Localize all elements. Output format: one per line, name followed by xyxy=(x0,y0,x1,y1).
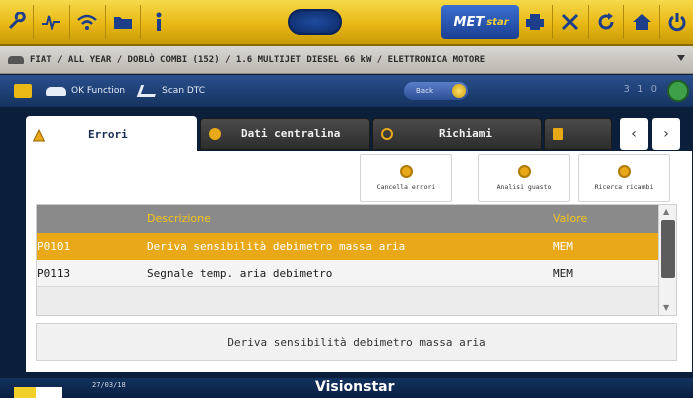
ricerca-label: Ricerca ricambi xyxy=(594,183,654,191)
row-code: P0113 xyxy=(37,267,71,280)
tab-next-button[interactable]: › xyxy=(652,118,680,150)
tab-dati-centralina[interactable]: Dati centralina xyxy=(200,118,370,150)
table-row[interactable]: P0101 Deriva sensibilità debimetro massa… xyxy=(37,233,659,260)
printer-icon[interactable] xyxy=(519,2,552,42)
row-desc: Deriva sensibilità debimetro massa aria xyxy=(147,240,406,253)
main-toolbar: MET star xyxy=(0,0,693,46)
col-valore: Valore xyxy=(553,212,588,225)
dtc-table: Descrizione Valore P0101 Deriva sensibil… xyxy=(36,204,677,316)
table-header: Descrizione Valore xyxy=(37,205,659,233)
scrollbar-thumb[interactable] xyxy=(661,220,675,278)
table-row[interactable]: P0113 Segnale temp. aria debimetro MEM xyxy=(37,260,659,287)
analisi-label: Analisi guasto xyxy=(496,183,552,191)
errors-panel: Cancella errori Analisi guasto Ricerca r… xyxy=(26,151,692,372)
col-descrizione: Descrizione xyxy=(147,212,211,225)
table-scrollbar[interactable]: ▲ ▼ xyxy=(658,205,676,315)
metstar-logo: MET star xyxy=(441,5,519,39)
row-code: P0101 xyxy=(37,240,71,253)
error-detail: Deriva sensibilità debimetro massa aria xyxy=(36,323,677,361)
wifi-icon[interactable] xyxy=(70,2,105,42)
chevron-up-icon[interactable]: ▲ xyxy=(663,207,669,216)
scan-icon xyxy=(136,85,160,97)
refresh-icon[interactable] xyxy=(588,2,623,42)
ok-function-label: OK Function xyxy=(71,86,126,96)
vehicle-connect-icon[interactable] xyxy=(667,80,689,102)
date-label: 27/03/18 xyxy=(92,381,126,389)
row-valore: MEM xyxy=(553,267,573,280)
parts-icon xyxy=(617,165,631,178)
scan-dtc-button[interactable]: Scan DTC xyxy=(136,85,206,97)
folder-icon[interactable] xyxy=(105,2,140,42)
tab-errori-label: Errori xyxy=(88,128,128,141)
row-valore: MEM xyxy=(553,240,573,253)
scan-dtc-label: Scan DTC xyxy=(162,86,206,96)
power-icon[interactable] xyxy=(660,2,693,42)
progress-indicator-bg xyxy=(36,387,62,398)
back-button[interactable]: Back xyxy=(404,82,468,100)
tab-more[interactable] xyxy=(544,118,612,150)
clear-icon xyxy=(399,165,413,178)
cancella-errori-button[interactable]: Cancella errori xyxy=(360,154,452,202)
engine-icon[interactable] xyxy=(14,84,32,98)
tab-prev-button[interactable]: ‹ xyxy=(620,118,648,150)
chevron-down-icon[interactable] xyxy=(677,55,685,61)
breadcrumb[interactable]: FIAT / ALL YEAR / DOBLÒ COMBI (152) / 1.… xyxy=(0,46,693,74)
search-icon xyxy=(381,128,393,140)
info-icon[interactable] xyxy=(141,2,176,42)
analisi-guasto-button[interactable]: Analisi guasto xyxy=(478,154,570,202)
tools-icon[interactable] xyxy=(553,2,588,42)
row-desc: Segnale temp. aria debimetro xyxy=(147,267,333,280)
tab-richiami-label: Richiami xyxy=(439,127,492,140)
chevron-left-icon: ‹ xyxy=(631,126,637,142)
warning-icon xyxy=(32,128,46,141)
ecu-icon xyxy=(209,128,221,140)
cancella-label: Cancella errori xyxy=(376,183,436,191)
tab-errori[interactable]: Errori xyxy=(26,116,197,154)
progress-indicator xyxy=(14,387,36,398)
oscilloscope-icon[interactable] xyxy=(34,2,69,42)
car-icon xyxy=(8,55,24,64)
ok-function-button[interactable]: OK Function xyxy=(46,86,125,96)
tab-bar: Errori Dati centralina Richiami ‹ › xyxy=(0,108,693,154)
chevron-down-icon[interactable]: ▼ xyxy=(663,303,669,312)
document-icon xyxy=(553,128,563,140)
tab-dati-label: Dati centralina xyxy=(241,127,341,140)
home-icon[interactable] xyxy=(624,2,659,42)
analysis-icon xyxy=(517,165,531,178)
function-bar: OK Function Scan DTC Back 3 1 0 xyxy=(0,75,693,107)
back-knob-icon xyxy=(452,84,466,98)
visionstar-logo: Visionstar xyxy=(315,379,395,395)
back-label: Back xyxy=(416,87,433,95)
wrench-icon[interactable] xyxy=(0,2,33,42)
tab-richiami[interactable]: Richiami xyxy=(372,118,542,150)
brand-logo xyxy=(288,9,343,35)
ricerca-ricambi-button[interactable]: Ricerca ricambi xyxy=(578,154,670,202)
breadcrumb-path: FIAT / ALL YEAR / DOBLÒ COMBI (152) / 1.… xyxy=(30,54,486,65)
status-bar: 27/03/18 Visionstar xyxy=(0,378,693,398)
car-icon xyxy=(46,86,66,96)
chevron-right-icon: › xyxy=(663,126,669,142)
status-indicator: 3 1 0 xyxy=(623,84,659,95)
